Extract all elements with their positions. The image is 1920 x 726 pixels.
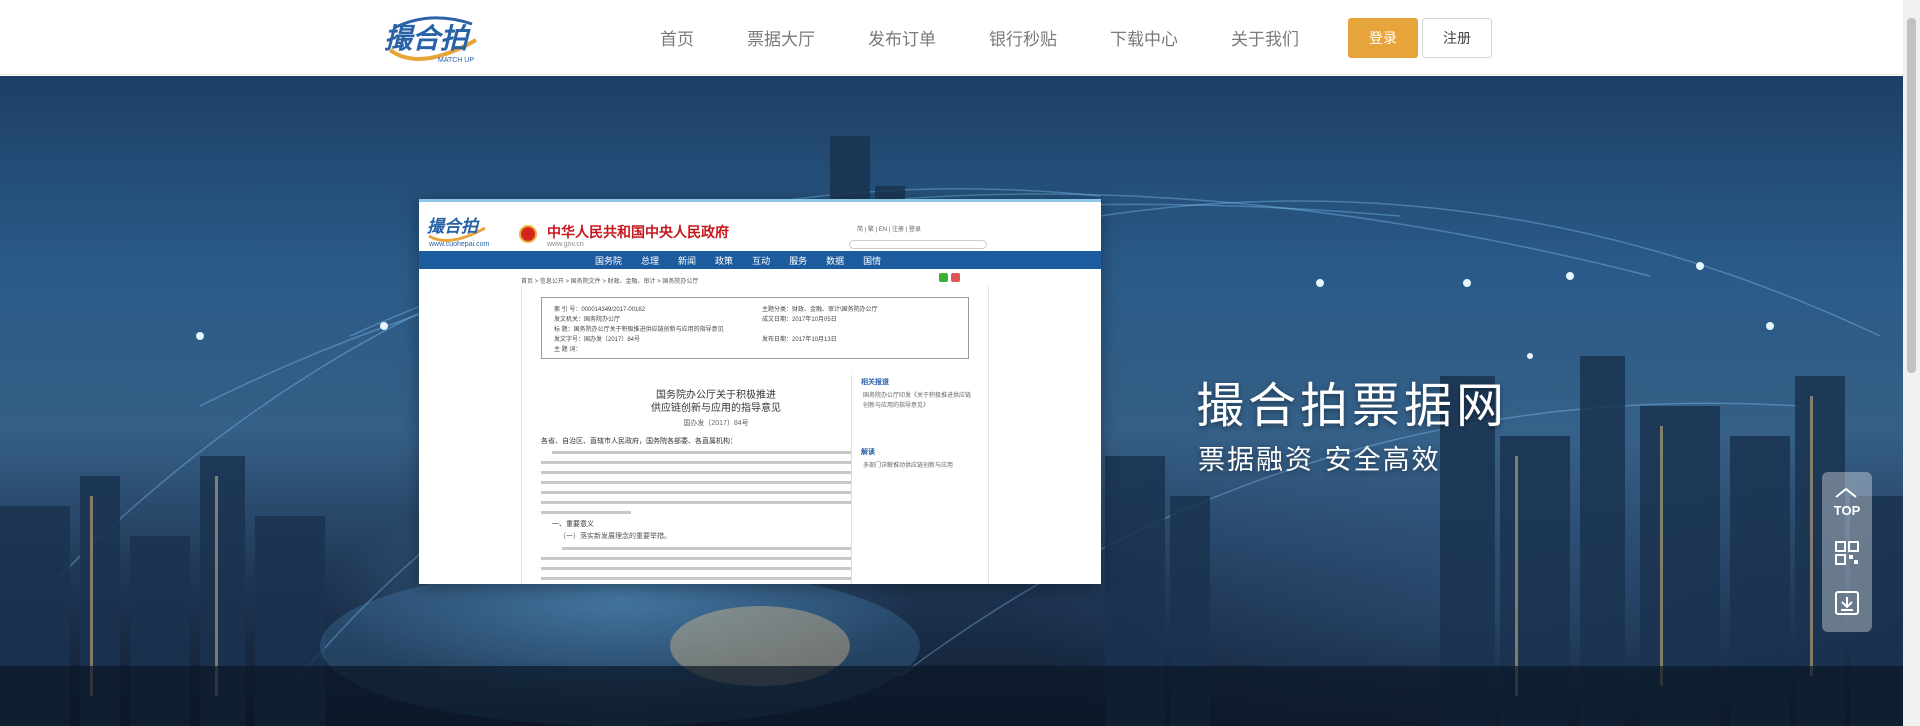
doc-sidebar-heading: 相关报道 bbox=[861, 379, 889, 386]
doc-search-box bbox=[849, 240, 987, 249]
qrcode-icon bbox=[1835, 541, 1859, 565]
doc-subsection-title: （一）落实新发展理念的重要举措。 bbox=[559, 532, 671, 540]
doc-header: 撮合拍 www.cuohepai.com 中华人民共和国中央人民政府 www.g… bbox=[419, 199, 1101, 251]
weibo-icon bbox=[951, 273, 960, 282]
doc-text-line bbox=[541, 461, 851, 464]
doc-text-line bbox=[541, 567, 851, 570]
arrow-up-icon: TOP bbox=[1833, 486, 1861, 518]
top-header: 撮合拍 MATCH UP 首页 票据大厅 发布订单 银行秒贴 下载中心 关于我们… bbox=[0, 0, 1920, 75]
doc-text-line bbox=[541, 511, 631, 514]
doc-number: 国办发〔2017〕84号 bbox=[683, 420, 749, 427]
doc-nav-bar: 国务院 总理 新闻 政策 互动 服务 数据 国情 bbox=[419, 251, 1101, 269]
info-row: 发文机关：国务院办公厅 bbox=[554, 317, 621, 323]
download-icon bbox=[1835, 591, 1859, 615]
site-logo[interactable]: 撮合拍 MATCH UP bbox=[380, 10, 492, 68]
back-to-top-button[interactable]: TOP bbox=[1822, 476, 1872, 526]
page-scrollbar[interactable] bbox=[1903, 0, 1920, 726]
doc-text-line bbox=[552, 451, 852, 454]
doc-logo-text: 撮合拍 bbox=[427, 217, 480, 237]
doc-nav-item: 互动 bbox=[752, 256, 771, 267]
doc-sidebar-divider bbox=[851, 375, 852, 584]
info-row: 标 题：国务院办公厅关于积极推进供应链创新与应用的指导意见 bbox=[554, 327, 724, 333]
floating-toolbar: TOP bbox=[1822, 472, 1872, 632]
scrollbar-thumb[interactable] bbox=[1907, 18, 1916, 373]
info-row: 发文字号：国办发〔2017〕84号 bbox=[554, 337, 641, 343]
nav-download-center[interactable]: 下载中心 bbox=[1110, 25, 1178, 50]
info-row: 索 引 号：000014349/2017-00162 bbox=[554, 307, 646, 313]
doc-text-line bbox=[541, 577, 851, 580]
doc-breadcrumb: 首页 > 信息公开 > 国务院文件 > 财政、金融、审计 > 国务院办公厅 bbox=[521, 279, 699, 285]
doc-top-tools: 简 | 繁 | EN | 注册 | 登录 bbox=[857, 227, 921, 233]
doc-heading-line: 国务院办公厅关于积极推进 bbox=[656, 390, 776, 401]
doc-nav-item: 服务 bbox=[789, 256, 808, 267]
doc-text-line bbox=[541, 557, 851, 560]
qrcode-button[interactable] bbox=[1822, 528, 1872, 578]
doc-logo-url: www.cuohepai.com bbox=[429, 241, 490, 248]
doc-nav-item: 数据 bbox=[826, 256, 845, 267]
doc-text-line bbox=[541, 481, 851, 484]
info-row: 主 题 词： bbox=[554, 347, 582, 353]
nav-about-us[interactable]: 关于我们 bbox=[1231, 25, 1299, 50]
info-row: 主题分类：财政、金融、审计\国务院办公厅 bbox=[762, 307, 878, 313]
doc-nav-item: 总理 bbox=[641, 256, 660, 267]
register-button[interactable]: 注册 bbox=[1422, 18, 1492, 58]
doc-nav-item: 国情 bbox=[863, 256, 882, 267]
login-button[interactable]: 登录 bbox=[1348, 18, 1418, 58]
gov-site-title: 中华人民共和国中央人民政府 bbox=[547, 225, 729, 241]
doc-text-line bbox=[562, 547, 852, 550]
doc-text-line bbox=[541, 501, 851, 504]
nav-bank-discount[interactable]: 银行秒贴 bbox=[989, 25, 1057, 50]
doc-nav-item: 国务院 bbox=[595, 256, 623, 267]
doc-sidebar-text: 国务院办公厅印发《关于积极推进供应链创新与应用的指导意见》 bbox=[863, 393, 972, 409]
doc-info-table: 索 引 号：000014349/2017-00162 主题分类：财政、金融、审计… bbox=[541, 297, 969, 359]
gov-document-preview: 撮合拍 www.cuohepai.com 中华人民共和国中央人民政府 www.g… bbox=[419, 199, 1101, 584]
main-nav: 首页 票据大厅 发布订单 银行秒贴 下载中心 关于我们 bbox=[660, 0, 1299, 75]
nav-publish-order[interactable]: 发布订单 bbox=[868, 25, 936, 50]
hero-title: 撮合拍票据网 bbox=[1196, 378, 1509, 434]
doc-share-icons bbox=[939, 273, 960, 282]
doc-intro: 各省、自治区、直辖市人民政府，国务院各部委、各直属机构： bbox=[541, 437, 737, 445]
doc-sidebar-heading: 解读 bbox=[861, 449, 875, 456]
doc-heading: 国务院办公厅关于积极推进 供应链创新与应用的指导意见 bbox=[541, 389, 891, 415]
info-row: 发布日期：2017年10月13日 bbox=[762, 337, 837, 343]
logo-subtext: MATCH UP bbox=[438, 57, 474, 64]
doc-nav-item: 新闻 bbox=[678, 256, 697, 267]
download-button[interactable] bbox=[1822, 578, 1872, 628]
wechat-icon bbox=[939, 273, 948, 282]
doc-section-title: 一、重要意义 bbox=[552, 520, 594, 528]
doc-nav-item: 政策 bbox=[715, 256, 734, 267]
info-row: 成文日期：2017年10月05日 bbox=[762, 317, 837, 323]
doc-text-line bbox=[541, 491, 851, 494]
gov-site-url: www.gov.cn bbox=[547, 241, 584, 248]
logo-text: 撮合拍 bbox=[384, 22, 471, 55]
national-emblem-icon bbox=[519, 225, 537, 243]
doc-text-line bbox=[541, 471, 851, 474]
top-label: TOP bbox=[1833, 502, 1861, 518]
doc-heading-line: 供应链创新与应用的指导意见 bbox=[651, 403, 781, 414]
hero-banner: 撮合拍 www.cuohepai.com 中华人民共和国中央人民政府 www.g… bbox=[0, 76, 1903, 726]
nav-home[interactable]: 首页 bbox=[660, 25, 694, 50]
hero-subtitle: 票据融资 安全高效 bbox=[1198, 445, 1441, 476]
nav-bill-hall[interactable]: 票据大厅 bbox=[747, 25, 815, 50]
logo-graphic: 撮合拍 MATCH UP bbox=[384, 16, 477, 64]
doc-sidebar-text: 多部门详解推动供应链创新与应用 bbox=[863, 463, 954, 469]
